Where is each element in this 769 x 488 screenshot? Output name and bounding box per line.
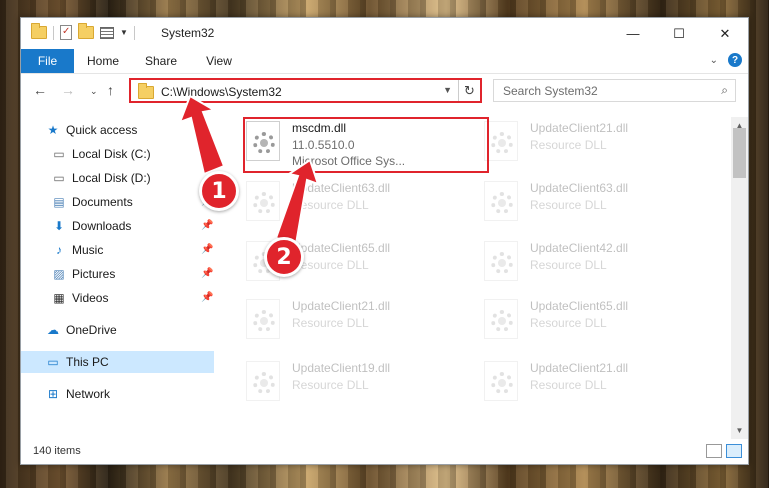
step-badge-2: 2 [264,237,304,277]
arrow-1 [178,94,226,176]
step-badge-1: 1 [199,171,239,211]
annotation-overlay [178,94,320,246]
arrow-2 [274,158,320,246]
